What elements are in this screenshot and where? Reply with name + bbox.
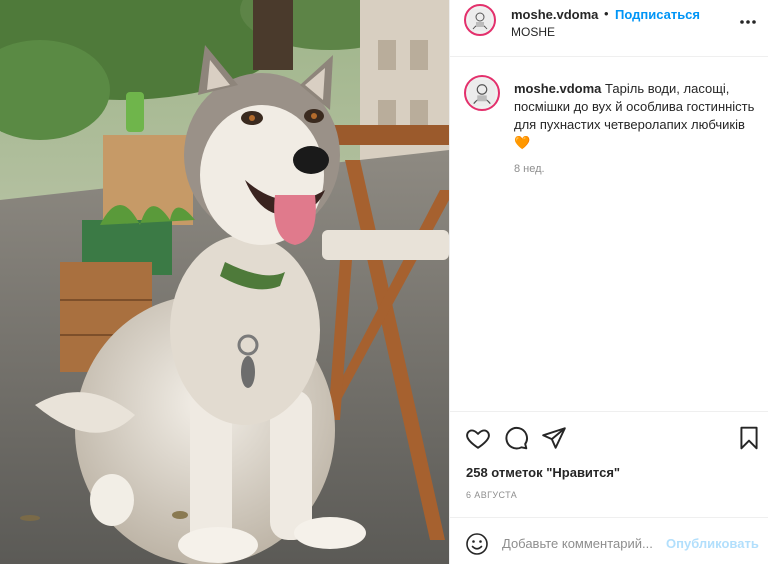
publish-button[interactable]: Опубликовать xyxy=(666,536,759,551)
instagram-post: moshe.vdoma • Подписаться MOSHE moshe.vd xyxy=(0,0,768,564)
comment-bar: Опубликовать xyxy=(450,517,768,565)
avatar-sketch-icon xyxy=(469,80,495,106)
comment-input[interactable] xyxy=(502,533,662,553)
action-bar xyxy=(450,411,768,466)
likes-count[interactable]: 258 отметок "Нравится" xyxy=(466,465,620,480)
like-button[interactable] xyxy=(465,425,491,451)
post-photo[interactable] xyxy=(0,0,449,564)
author-username[interactable]: moshe.vdoma xyxy=(511,7,598,22)
comment-button[interactable] xyxy=(503,425,529,451)
avatar-sketch-icon xyxy=(469,9,491,31)
more-horizontal-icon xyxy=(740,20,756,24)
smile-icon xyxy=(466,533,488,555)
author-avatar[interactable] xyxy=(464,4,496,36)
comment-icon xyxy=(505,426,528,450)
post-date[interactable]: 6 АВГУСТА xyxy=(466,490,517,500)
post-header: moshe.vdoma • Подписаться MOSHE xyxy=(450,0,768,57)
caption-age: 8 нед. xyxy=(514,163,545,175)
caption-username[interactable]: moshe.vdoma xyxy=(514,81,601,96)
save-button[interactable] xyxy=(736,425,762,451)
more-options-button[interactable] xyxy=(738,12,758,32)
heart-icon xyxy=(466,429,490,449)
post-side-panel: moshe.vdoma • Подписаться MOSHE moshe.vd xyxy=(449,0,768,564)
share-icon xyxy=(542,427,566,449)
separator-dot: • xyxy=(604,6,609,21)
share-button[interactable] xyxy=(541,425,567,451)
follow-button[interactable]: Подписаться xyxy=(615,7,700,22)
orange-heart-icon: 🧡 xyxy=(514,135,531,150)
author-subtitle: MOSHE xyxy=(511,25,556,39)
husky-photo-illustration xyxy=(0,0,449,564)
bookmark-icon xyxy=(740,426,758,450)
post-caption: moshe.vdoma Таріль води, ласощі, посмішк… xyxy=(514,80,762,152)
emoji-button[interactable] xyxy=(465,532,489,556)
caption-author-avatar[interactable] xyxy=(464,75,500,111)
